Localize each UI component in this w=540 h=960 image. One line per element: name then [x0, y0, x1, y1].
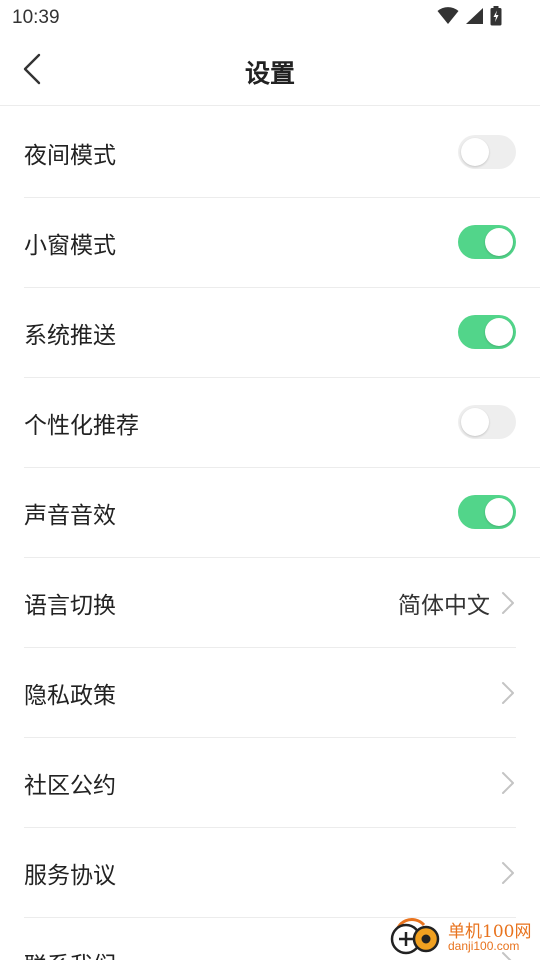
setting-label: 个性化推荐 [24, 413, 139, 439]
setting-label: 夜间模式 [24, 143, 116, 169]
community-chevron-group [500, 738, 516, 828]
setting-label: 隐私政策 [24, 683, 116, 709]
setting-label: 语言切换 [24, 593, 116, 619]
toggle-knob [461, 138, 489, 166]
service-chevron-group [500, 828, 516, 918]
chevron-right-icon [500, 860, 516, 886]
personalized-toggle[interactable] [458, 405, 516, 439]
setting-label: 声音音效 [24, 503, 116, 529]
setting-row-service[interactable]: 服务协议 [24, 828, 540, 918]
setting-label: 联系我们 [24, 946, 116, 960]
cell-signal-icon [465, 7, 484, 29]
system-push-toggle[interactable] [458, 315, 516, 349]
privacy-chevron-group [500, 648, 516, 738]
setting-row-night-mode: 夜间模式 [24, 108, 540, 198]
setting-row-privacy[interactable]: 隐私政策 [24, 648, 540, 738]
status-time: 10:39 [12, 7, 60, 28]
setting-row-language[interactable]: 语言切换 简体中文 [24, 558, 540, 648]
chevron-right-icon [500, 770, 516, 796]
nav-bar: 设置 [0, 36, 540, 106]
floating-window-toggle[interactable] [458, 225, 516, 259]
watermark: 单机100网 danji100.com [386, 914, 536, 960]
setting-row-floating-window: 小窗模式 [24, 198, 540, 288]
status-bar: 10:39 [0, 0, 540, 36]
language-value: 简体中文 [398, 593, 490, 619]
toggle-knob [485, 228, 513, 256]
toggle-knob [461, 408, 489, 436]
wifi-icon [437, 7, 459, 29]
page-title: 设置 [244, 59, 295, 88]
status-icons [437, 6, 502, 30]
chevron-right-icon [500, 590, 516, 616]
setting-label: 社区公约 [24, 773, 116, 799]
setting-row-personalized: 个性化推荐 [24, 378, 540, 468]
setting-label: 服务协议 [24, 863, 116, 889]
chevron-right-icon [500, 680, 516, 706]
watermark-logo-icon [390, 917, 440, 957]
setting-row-community[interactable]: 社区公约 [24, 738, 540, 828]
watermark-url: danji100.com [448, 939, 520, 953]
settings-list: 夜间模式 小窗模式 系统推送 个性化推荐 声音音效 语言切换 简体中文 隐私政策 [0, 108, 540, 960]
language-value-group: 简体中文 [398, 558, 516, 648]
night-mode-toggle[interactable] [458, 135, 516, 169]
setting-label: 系统推送 [24, 323, 116, 349]
battery-icon [490, 6, 502, 30]
sound-effects-toggle[interactable] [458, 495, 516, 529]
setting-label: 小窗模式 [24, 233, 116, 259]
toggle-knob [485, 318, 513, 346]
toggle-knob [485, 498, 513, 526]
setting-row-sound-effects: 声音音效 [24, 468, 540, 558]
setting-row-system-push: 系统推送 [24, 288, 540, 378]
